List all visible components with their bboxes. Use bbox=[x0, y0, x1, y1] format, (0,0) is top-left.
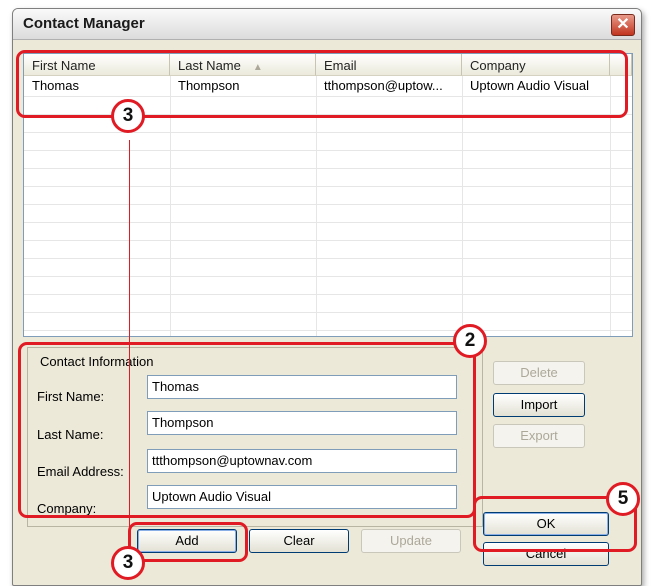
grid-line bbox=[24, 186, 632, 187]
grid-line bbox=[24, 150, 632, 151]
update-button[interactable]: Update bbox=[361, 529, 461, 553]
grid-line bbox=[24, 330, 632, 331]
import-button[interactable]: Import bbox=[493, 393, 585, 417]
delete-button[interactable]: Delete bbox=[493, 361, 585, 385]
callout-badge: 3 bbox=[111, 99, 145, 133]
grid-line bbox=[24, 258, 632, 259]
export-button[interactable]: Export bbox=[493, 424, 585, 448]
callout-badge: 2 bbox=[453, 324, 487, 358]
title-bar[interactable]: Contact Manager ✕ bbox=[13, 9, 641, 40]
contact-group-highlight bbox=[18, 342, 476, 518]
list-highlight bbox=[16, 50, 628, 118]
grid-line bbox=[24, 204, 632, 205]
grid-line bbox=[24, 240, 632, 241]
grid-line bbox=[24, 168, 632, 169]
grid-line bbox=[24, 312, 632, 313]
grid-line bbox=[24, 132, 632, 133]
grid-line bbox=[24, 222, 632, 223]
grid-line bbox=[24, 294, 632, 295]
callout-badge: 3 bbox=[111, 546, 145, 580]
callout-badge: 5 bbox=[606, 482, 640, 516]
window-title: Contact Manager bbox=[23, 15, 145, 32]
clear-button[interactable]: Clear bbox=[249, 529, 349, 553]
grid-line bbox=[24, 276, 632, 277]
close-icon[interactable]: ✕ bbox=[611, 14, 635, 36]
add-button-highlight bbox=[128, 522, 248, 562]
